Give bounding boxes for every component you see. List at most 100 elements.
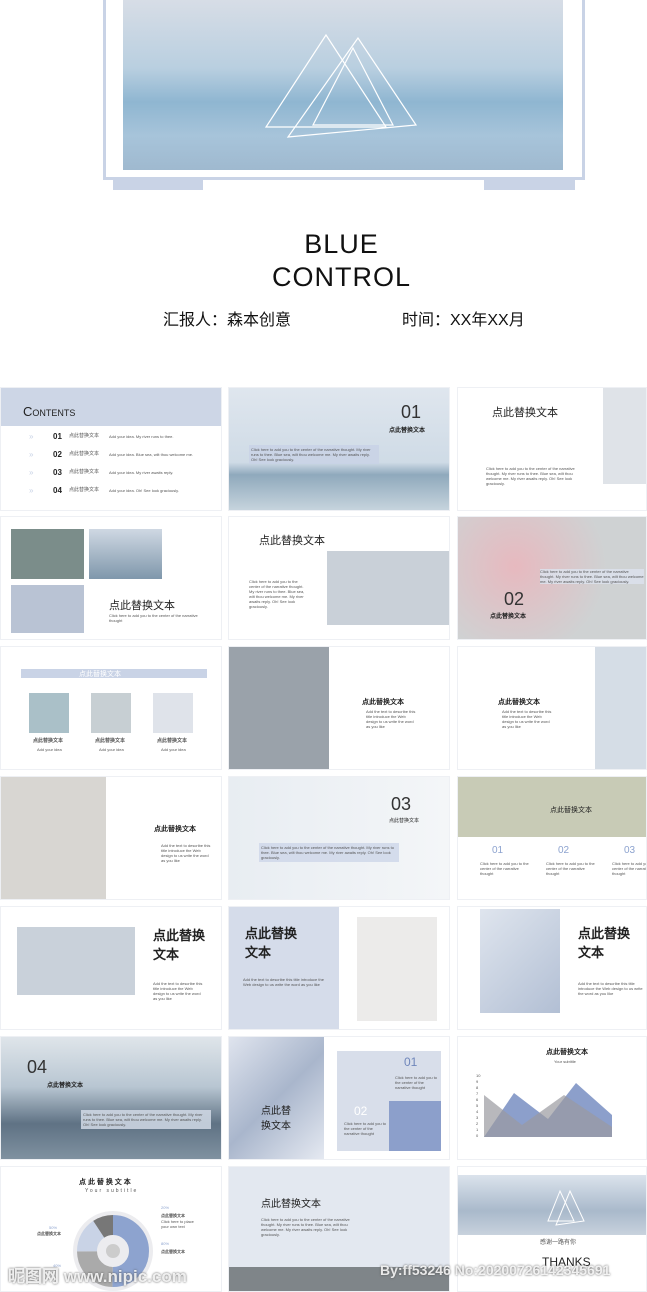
- slide-body: Add the text to describe this title intr…: [243, 977, 324, 987]
- slide-title: 点此替换文本: [261, 1199, 321, 1210]
- slide-title: 点此替换 文本: [578, 926, 631, 960]
- slide-title: 点此替 换文本: [261, 1106, 291, 1132]
- body-02: Click here to add you to the center of t…: [344, 1121, 387, 1136]
- slide-15[interactable]: 点此替换 文本 Add the text to describe this ti…: [457, 906, 647, 1030]
- triangle-logo-icon: [547, 1189, 585, 1226]
- slide-4[interactable]: 点此替换文本 Click here to add you to the cent…: [0, 516, 222, 640]
- slide-3[interactable]: 点此替换文本 Click here to add you to the cent…: [457, 387, 647, 511]
- item-photo: [153, 693, 193, 733]
- contents-number: 02: [53, 450, 62, 459]
- y-tick: 3: [476, 1115, 479, 1120]
- y-tick: 1: [476, 1127, 479, 1132]
- item-label: 点此替换文本: [33, 738, 64, 744]
- slide-body: Click here to add you to the center of t…: [540, 569, 644, 584]
- item-photo: [29, 693, 69, 733]
- column-number: 02: [558, 845, 570, 856]
- slide-18-chart[interactable]: 点此替换文本 Your subtitle 10 9 8 7 6 5 4 3 2 1 0: [457, 1036, 647, 1160]
- number-01: 01: [404, 1055, 418, 1069]
- slide-5[interactable]: 点此替换文本 Click here to add you to the cent…: [228, 516, 450, 640]
- chevron-icon: »: [29, 432, 34, 441]
- contents-label[interactable]: 点此替换文本: [69, 470, 99, 475]
- slide-title: 点此替换 文本: [153, 928, 206, 962]
- y-tick: 4: [476, 1109, 479, 1114]
- slide-11[interactable]: 03 点此替换文本 Click here to add you to the c…: [228, 776, 450, 900]
- slide-title: 点此替换文本: [492, 407, 558, 419]
- slide-body: Add the text to describe this title intr…: [578, 981, 643, 996]
- slide-7[interactable]: 点此替换文本 点此替换文本 Add your idea 点此替换文本 Add y…: [0, 646, 222, 770]
- slide-8[interactable]: 点此替换文本 Add the text to describe this tit…: [228, 646, 450, 770]
- cover-time: 时间：XX年XX月: [402, 312, 525, 329]
- slide-9[interactable]: 点此替换文本 Add the text to describe this tit…: [457, 646, 647, 770]
- contents-desc: Add your idea. My river awaits reply.: [109, 470, 174, 475]
- area-chart: [484, 1083, 612, 1137]
- chevron-icon: »: [29, 486, 34, 495]
- contents-desc: Add your idea. My river runs to thee.: [109, 434, 174, 439]
- contents-label[interactable]: 点此替换文本: [69, 434, 99, 439]
- slide-6[interactable]: 02 点此替换文本 Click here to add you to the c…: [457, 516, 647, 640]
- triangle-logo-icon: [264, 33, 418, 138]
- slide-16[interactable]: 04 点此替换文本 Click here to add you to the c…: [0, 1036, 222, 1160]
- contents-number: 03: [53, 468, 62, 477]
- slide-subtitle: Your subtitle: [85, 1188, 139, 1194]
- chevron-icon: »: [29, 450, 34, 459]
- slide-subtitle: Your subtitle: [554, 1059, 576, 1064]
- slide-title: 点此替换文本: [79, 671, 121, 678]
- y-tick: 0: [476, 1133, 479, 1138]
- y-tick: 7: [476, 1091, 479, 1096]
- slide-title: 点此替换文本: [109, 600, 175, 612]
- item-desc: Add your idea: [37, 747, 62, 752]
- section-number: 04: [27, 1057, 48, 1077]
- slide-body: Add the text to describe this title intr…: [161, 843, 211, 863]
- column-body: Click here to add you to the center of t…: [612, 861, 646, 876]
- y-tick: 9: [476, 1079, 479, 1084]
- item-label: 点此替换文本: [157, 738, 188, 744]
- slide-body: Click here to add you to the center of t…: [486, 466, 575, 486]
- chevron-icon: »: [29, 468, 34, 477]
- slide-title: 点此替换文本: [362, 699, 404, 706]
- contents-label[interactable]: 点此替换文本: [69, 452, 99, 457]
- slide-body: Click here to add you to the center of t…: [81, 1110, 211, 1129]
- contents-label[interactable]: 点此替换文本: [69, 488, 99, 493]
- slide-body: Click here to add you to the center of t…: [249, 445, 379, 464]
- y-tick: 6: [476, 1097, 479, 1102]
- slide-title: 点此替换文本: [47, 1083, 84, 1089]
- slide-2[interactable]: 01 点此替换文本 Click here to add you to the c…: [228, 387, 450, 511]
- slide-title: 点此替换文本: [498, 699, 540, 706]
- contents-desc: Add your idea. Blue sea, wilt thou welco…: [109, 452, 194, 457]
- contents-desc: Add your idea. Oh! See look graciously.: [109, 488, 179, 493]
- cover-image: [123, 0, 563, 170]
- cover-title-line1: BLUE: [304, 229, 379, 259]
- label-1: 点此替换文本: [161, 1213, 185, 1218]
- desc-1: Click here to place your own text: [161, 1219, 194, 1229]
- section-number: 02: [504, 589, 525, 609]
- y-tick: 5: [476, 1103, 479, 1108]
- slide-13[interactable]: 点此替换 文本 Add the text to describe this ti…: [0, 906, 222, 1030]
- slide-12[interactable]: 点此替换文本 01 Click here to add you to the c…: [457, 776, 647, 900]
- slide-contents[interactable]: Contents » 01 点此替换文本 Add your idea. My r…: [0, 387, 222, 511]
- column-body: Click here to add you to the center of t…: [480, 861, 529, 876]
- slide-14[interactable]: 点此替换 文本 Add the text to describe this ti…: [228, 906, 450, 1030]
- slide-17[interactable]: 点此替 换文本 01 Click here to add you to the …: [228, 1036, 450, 1160]
- item-photo: [91, 693, 131, 733]
- item-desc: Add your idea: [99, 747, 124, 752]
- label-2: 点此替换文本: [37, 1231, 61, 1236]
- slide-body: Add the text to describe this title intr…: [366, 709, 416, 729]
- item-desc: Add your idea: [161, 747, 186, 752]
- cover-title-line2: CONTROL: [271, 262, 411, 292]
- section-number: 01: [401, 402, 422, 422]
- contents-number: 01: [53, 432, 62, 441]
- slide-title: 点此替换 文本: [245, 926, 298, 960]
- slide-title: 点 此 替 换 文 本: [79, 1179, 131, 1186]
- slide-title: 点此替换文本: [490, 614, 527, 620]
- contents-heading: Contents: [23, 404, 76, 419]
- thanks-chinese: 感谢一路有你: [540, 1240, 577, 1246]
- slide-body: Click here to add you to the center of t…: [109, 613, 198, 623]
- section-number: 03: [391, 794, 412, 814]
- slide-10[interactable]: 点此替换文本 Add the text to describe this tit…: [0, 776, 222, 900]
- slide-title: 点此替换文本: [259, 535, 325, 547]
- cover-reporter: 汇报人：森本创意: [163, 312, 292, 329]
- slide-body: Add the text to describe this title intr…: [502, 709, 552, 729]
- slide-body: Click here to add you to the center of t…: [259, 843, 399, 862]
- column-number: 01: [492, 845, 504, 856]
- y-tick: 10: [476, 1073, 481, 1078]
